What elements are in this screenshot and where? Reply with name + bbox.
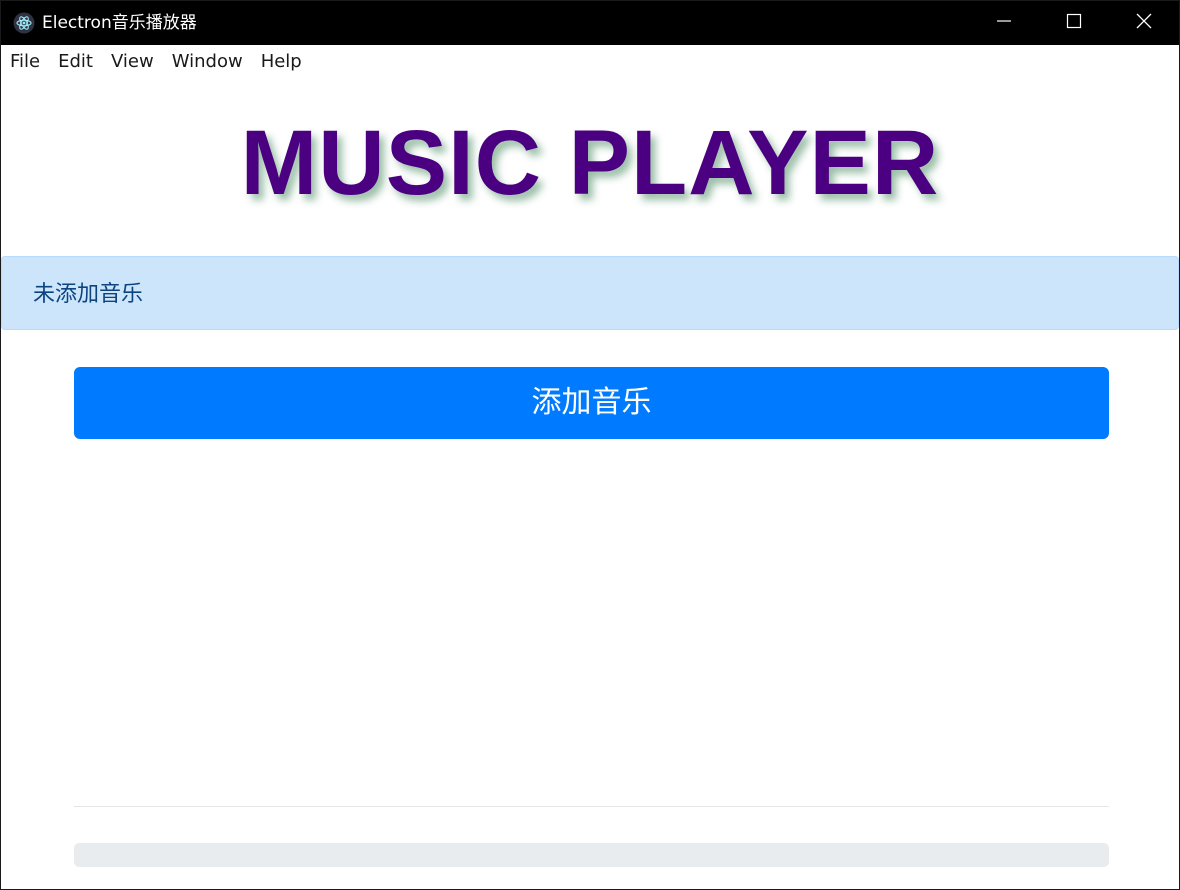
menu-view[interactable]: View (102, 45, 163, 79)
minimize-button[interactable] (969, 1, 1039, 45)
status-alert: 未添加音乐 (1, 256, 1179, 330)
add-music-button[interactable]: 添加音乐 (74, 367, 1109, 439)
divider (74, 806, 1109, 807)
status-alert-text: 未添加音乐 (33, 282, 144, 307)
close-button[interactable] (1109, 1, 1179, 45)
minimize-icon (995, 12, 1013, 34)
page-title: MUSIC PLAYER (240, 112, 940, 214)
add-music-button-label: 添加音乐 (531, 386, 652, 419)
menu-help[interactable]: Help (252, 45, 311, 79)
maximize-button[interactable] (1039, 1, 1109, 45)
app-window: Electron音乐播放器 File Edit View Window Help (0, 0, 1180, 890)
title-bar[interactable]: Electron音乐播放器 (1, 1, 1179, 45)
menu-bar: File Edit View Window Help (1, 45, 1179, 79)
menu-window[interactable]: Window (163, 45, 252, 79)
playback-progress-bar[interactable] (74, 843, 1109, 867)
maximize-icon (1065, 12, 1083, 34)
close-icon (1135, 12, 1153, 34)
electron-app-icon (13, 12, 35, 34)
menu-edit[interactable]: Edit (49, 45, 102, 79)
menu-file[interactable]: File (1, 45, 49, 79)
window-title: Electron音乐播放器 (42, 13, 197, 33)
